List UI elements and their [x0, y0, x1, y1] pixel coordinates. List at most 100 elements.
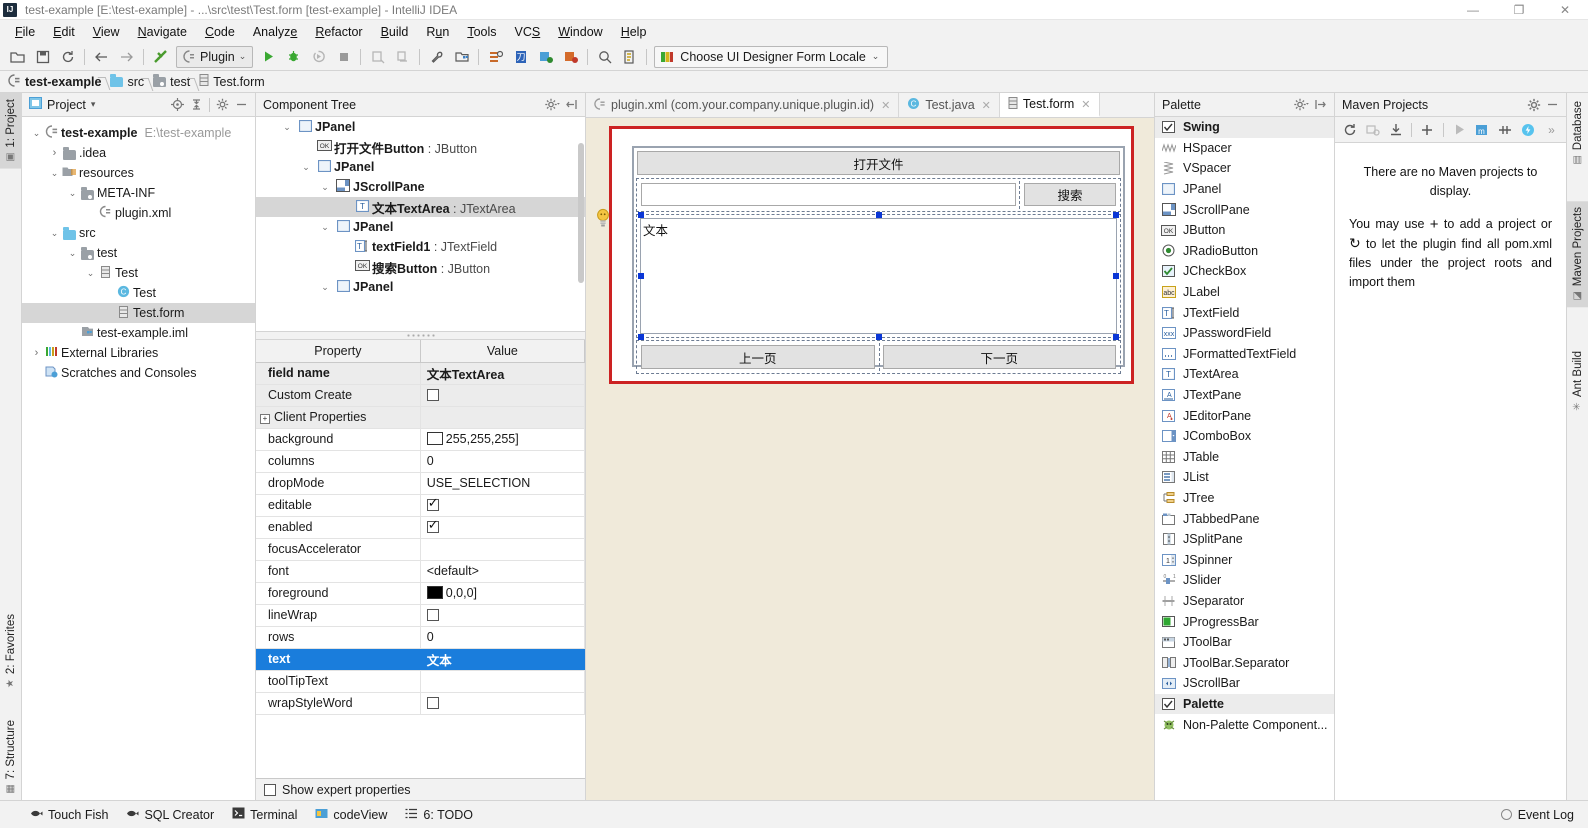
form-root-frame[interactable]: 打开文件 搜索 文本 上一页 下一页 — [609, 126, 1134, 384]
git-commit-icon[interactable] — [558, 45, 583, 69]
chevron-down-icon[interactable]: ⌄ — [48, 168, 61, 179]
component-tree-node[interactable]: T 文本TextArea : JTextArea — [256, 197, 585, 217]
chevron-down-icon[interactable]: ⌄ — [298, 162, 314, 173]
project-tree-item[interactable]: Scratches and Consoles — [22, 363, 255, 383]
gear-icon[interactable] — [213, 95, 232, 114]
property-value-cell[interactable]: 0,0,0] — [420, 582, 585, 605]
designer-open-file-button[interactable]: 打开文件 — [637, 151, 1120, 175]
sidebar-tab-maven[interactable]: ◪ Maven Projects — [1567, 201, 1588, 308]
stop-icon[interactable] — [331, 45, 356, 69]
property-value-cell[interactable]: 文本 — [420, 648, 585, 671]
property-value-cell[interactable] — [420, 494, 585, 517]
palette-item-jtextpane[interactable]: A JTextPane — [1155, 385, 1334, 406]
project-tree-item[interactable]: C Test — [22, 283, 255, 303]
download-sources-icon[interactable] — [1385, 119, 1406, 141]
palette-item-jslider[interactable]: 0 1 JSlider — [1155, 570, 1334, 591]
breadcrumb-item-src[interactable]: src — [108, 74, 151, 89]
chevron-down-icon[interactable]: ⌄ — [317, 282, 333, 293]
save-icon[interactable] — [30, 45, 55, 69]
property-value-cell[interactable]: 255,255,255] — [420, 428, 585, 451]
gear-dropdown-icon[interactable] — [543, 95, 562, 114]
designer-root-panel[interactable]: 打开文件 搜索 文本 上一页 下一页 — [632, 146, 1125, 374]
property-row[interactable]: editable — [256, 494, 585, 517]
project-tree-item[interactable]: › External Libraries — [22, 343, 255, 363]
menu-tools[interactable]: Tools — [458, 23, 505, 41]
palette-item-jpasswordfield[interactable]: xxx JPasswordField — [1155, 323, 1334, 344]
panel-splitter[interactable] — [256, 331, 585, 340]
chevron-down-icon[interactable]: ⌄ — [317, 222, 333, 233]
component-tree-node[interactable]: ⌄ JPanel — [256, 157, 585, 177]
project-tree-item[interactable]: ⌄ resources — [22, 163, 255, 183]
minimize-button[interactable]: — — [1450, 0, 1496, 20]
property-value-cell[interactable] — [420, 516, 585, 539]
search-everywhere-icon[interactable] — [592, 45, 617, 69]
menu-refactor[interactable]: Refactor — [306, 23, 371, 41]
tab-test-form[interactable]: Test.form ✕ — [999, 93, 1100, 117]
project-tree-item[interactable]: ⌄ Test — [22, 263, 255, 283]
toggle-offline-icon[interactable] — [1518, 119, 1539, 141]
palette-item-jtextfield[interactable]: T JTextField — [1155, 302, 1334, 323]
chevron-down-icon[interactable]: ⌄ — [30, 128, 43, 139]
selection-handle-tr[interactable] — [1113, 212, 1119, 218]
project-tree-item[interactable]: ⌄ src — [22, 223, 255, 243]
palette-item-hspacer[interactable]: HSpacer — [1155, 138, 1334, 159]
project-tree-item[interactable]: test-example.iml — [22, 323, 255, 343]
component-tree-node[interactable]: OK 打开文件Button : JButton — [256, 137, 585, 157]
component-tree-node[interactable]: OK 搜索Button : JButton — [256, 257, 585, 277]
hide-panel-icon[interactable] — [232, 95, 251, 114]
project-tree-item[interactable]: ⌄ test — [22, 243, 255, 263]
project-structure-icon[interactable] — [449, 45, 474, 69]
collapse-all-icon[interactable] — [187, 95, 206, 114]
component-tree-node[interactable]: ⌄ JPanel — [256, 117, 585, 137]
palette-item-jbutton[interactable]: OK JButton — [1155, 220, 1334, 241]
property-checkbox[interactable] — [426, 609, 439, 621]
property-row[interactable]: font <default> — [256, 560, 585, 583]
settings-wrench-icon[interactable] — [424, 45, 449, 69]
designer-scrollpane[interactable]: 文本 — [636, 212, 1121, 340]
forward-arrow-icon[interactable] — [114, 45, 139, 69]
property-row[interactable]: foreground 0,0,0] — [256, 582, 585, 605]
menu-window[interactable]: Window — [549, 23, 611, 41]
run-icon[interactable] — [256, 45, 281, 69]
palette-item-jscrollbar[interactable]: JScrollBar — [1155, 673, 1334, 694]
status-todo[interactable]: 6: TODO — [405, 808, 473, 822]
designer-next-page-button[interactable]: 下一页 — [882, 345, 1116, 369]
build-hammer-icon[interactable] — [148, 45, 173, 69]
property-row[interactable]: field name 文本TextArea — [256, 362, 585, 385]
property-value-cell[interactable] — [420, 692, 585, 715]
profile-icon[interactable] — [365, 45, 390, 69]
menu-navigate[interactable]: Navigate — [129, 23, 196, 41]
intention-bulb-icon[interactable] — [596, 208, 609, 227]
palette-item-jpanel[interactable]: JPanel — [1155, 179, 1334, 200]
sidebar-tab-favorites[interactable]: ★ 2: Favorites — [0, 608, 22, 695]
tab-plugin-xml[interactable]: plugin.xml (com.your.company.unique.plug… — [586, 93, 900, 117]
hide-right-icon[interactable] — [1311, 95, 1330, 114]
menu-build[interactable]: Build — [372, 23, 418, 41]
palette-item-jspinner[interactable]: 1 JSpinner — [1155, 549, 1334, 570]
back-arrow-icon[interactable] — [89, 45, 114, 69]
property-value-cell[interactable] — [420, 538, 585, 561]
property-row[interactable]: wrapStyleWord — [256, 692, 585, 715]
locate-icon[interactable] — [168, 95, 187, 114]
more-icon[interactable]: » — [1541, 119, 1562, 141]
git-update-icon[interactable] — [533, 45, 558, 69]
palette-item-jsplitpane[interactable]: JSplitPane — [1155, 529, 1334, 550]
run-configuration-selector[interactable]: Plugin ⌄ — [176, 45, 254, 68]
designer-pagination-panel[interactable]: 上一页 下一页 — [636, 340, 1121, 374]
status-terminal[interactable]: Terminal — [232, 807, 297, 822]
menu-file[interactable]: File — [6, 23, 44, 41]
chevron-down-icon[interactable]: ⌄ — [317, 182, 333, 193]
designer-prev-page-button[interactable]: 上一页 — [641, 345, 875, 369]
show-expert-properties-checkbox[interactable] — [264, 783, 276, 796]
run-icon-maven[interactable] — [1449, 119, 1470, 141]
palette-item-palette[interactable]: Palette — [1155, 693, 1334, 715]
chevron-down-icon[interactable]: ⌄ — [66, 188, 79, 199]
color-swatch[interactable] — [426, 432, 443, 445]
status-event-log[interactable]: Event Log — [1500, 808, 1574, 822]
menu-help[interactable]: Help — [612, 23, 656, 41]
project-tree-item[interactable]: ⌄ test-example E:\test-example — [22, 123, 255, 143]
menu-run[interactable]: Run — [417, 23, 458, 41]
chevron-down-icon[interactable]: ⌄ — [66, 248, 79, 259]
palette-item-jtabbedpane[interactable]: JTabbedPane — [1155, 508, 1334, 529]
gear-icon-maven[interactable] — [1524, 95, 1543, 114]
